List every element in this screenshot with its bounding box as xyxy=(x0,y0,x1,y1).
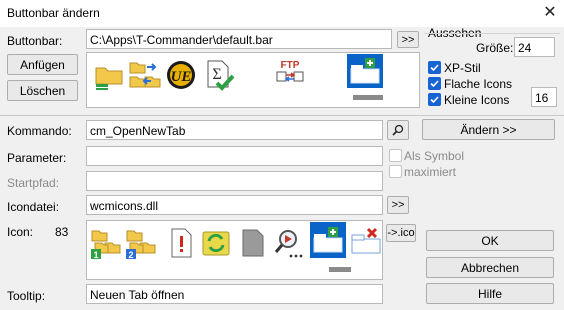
maximized-checkbox[interactable] xyxy=(389,165,402,178)
svg-text:FTP: FTP xyxy=(281,60,300,71)
buttonbar-scroll-thumb[interactable] xyxy=(353,95,383,100)
size-field[interactable]: 24 xyxy=(514,37,555,57)
svg-text:2: 2 xyxy=(128,250,133,259)
iconfile-browse-button[interactable]: >> xyxy=(387,196,409,214)
close-tab-icon[interactable] xyxy=(350,225,382,257)
new-tab-icon[interactable] xyxy=(312,224,344,256)
help-button[interactable]: Hilfe xyxy=(426,283,554,304)
to-ico-button[interactable]: ->.ico xyxy=(386,224,416,242)
change-button[interactable]: Ändern >> xyxy=(422,119,555,140)
command-label: Kommando: xyxy=(7,124,72,138)
xp-style-checkbox[interactable] xyxy=(428,61,441,74)
close-icon[interactable]: ✕ xyxy=(540,3,560,23)
svg-text:Σ: Σ xyxy=(212,66,221,83)
small-icons-size-field[interactable]: 16 xyxy=(531,87,557,107)
flat-icons-label: Flache Icons xyxy=(444,77,513,91)
add-button[interactable]: Anfügen xyxy=(7,54,78,75)
magnifier-icon xyxy=(392,124,404,136)
buttonbar-path-field[interactable]: C:\Apps\T-Commander\default.bar xyxy=(86,29,392,49)
checksum-icon[interactable]: Σ xyxy=(203,59,235,91)
parameter-field[interactable] xyxy=(86,146,383,166)
search-preview-icon[interactable] xyxy=(274,227,306,259)
startpath-label: Startpfad: xyxy=(7,176,60,190)
buttonbar-label: Buttonbar: xyxy=(7,34,63,48)
refresh-icon[interactable] xyxy=(200,227,232,259)
info-icon[interactable] xyxy=(165,227,197,259)
new-folder-icon[interactable] xyxy=(93,59,125,91)
small-icons-checkbox[interactable] xyxy=(428,93,441,106)
parameter-label: Parameter: xyxy=(7,151,67,165)
iconfile-field[interactable]: wcmicons.dll xyxy=(86,195,383,215)
checkmark-icon xyxy=(430,64,439,72)
folder-panel-1-icon[interactable]: 1 xyxy=(90,227,122,259)
delete-button[interactable]: Löschen xyxy=(7,80,78,101)
as-symbol-checkbox[interactable] xyxy=(389,149,402,162)
svg-text:UE: UE xyxy=(171,69,192,85)
size-label: Größe: xyxy=(476,41,514,55)
tooltip-field[interactable]: Neuen Tab öffnen xyxy=(86,284,383,304)
tooltip-label: Tooltip: xyxy=(7,289,46,303)
buttonbar-browse-button[interactable]: >> xyxy=(397,31,419,48)
iconfile-label: Icondatei: xyxy=(7,200,60,214)
flat-icons-checkbox[interactable] xyxy=(428,77,441,90)
icon-index: 83 xyxy=(55,225,69,239)
icon-chooser[interactable]: 1 2 xyxy=(86,220,383,280)
ok-button[interactable]: OK xyxy=(426,230,554,251)
icon-label: Icon: xyxy=(7,225,34,239)
ultraedit-icon[interactable]: UE xyxy=(165,59,197,91)
svg-text:1: 1 xyxy=(93,250,98,259)
maximized-label: maximiert xyxy=(404,165,457,179)
new-tab-icon[interactable] xyxy=(349,55,381,87)
startpath-field[interactable] xyxy=(86,171,383,191)
section-divider xyxy=(0,115,564,116)
xp-style-label: XP-Stil xyxy=(444,61,481,75)
blank-page-icon[interactable] xyxy=(237,227,269,259)
checkmark-icon xyxy=(430,80,439,88)
small-icons-label: Kleine Icons xyxy=(444,93,510,107)
window-title: Buttonbar ändern xyxy=(7,6,100,20)
ftp-icon[interactable]: FTP xyxy=(274,58,306,90)
cancel-button[interactable]: Abbrechen xyxy=(426,257,554,278)
sync-dirs-icon[interactable] xyxy=(129,59,161,91)
as-symbol-label: Als Symbol xyxy=(404,149,465,163)
command-field[interactable]: cm_OpenNewTab xyxy=(86,120,383,140)
checkmark-icon xyxy=(430,96,439,104)
buttonbar-preview[interactable]: UE Σ FTP xyxy=(86,52,420,108)
folder-panel-2-icon[interactable]: 2 xyxy=(125,227,157,259)
icon-scroll-thumb[interactable] xyxy=(329,267,351,272)
command-search-button[interactable] xyxy=(387,120,409,140)
